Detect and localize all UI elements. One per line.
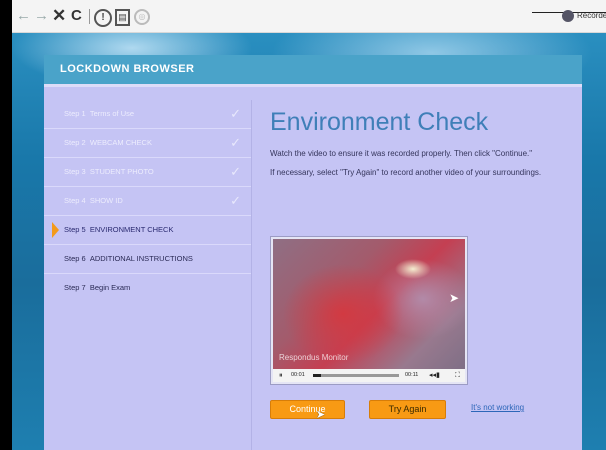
toolbar-separator [89,9,90,24]
step-label: Terms of Use [89,109,135,118]
step-number: Step 7 [64,283,86,292]
step-number: Step 4 [64,196,86,205]
step-begin-exam: Step 7 Begin Exam [44,274,251,302]
step-number: Step 5 [64,225,86,234]
check-icon: ✓ [230,135,241,150]
step-terms-of-use: Step 1 Terms of Use ✓ [44,100,251,129]
fullscreen-button[interactable]: ⛶ [455,369,460,382]
check-icon: ✓ [230,164,241,179]
mouse-cursor-icon: ➤ [316,409,326,421]
check-icon: ✓ [230,193,241,208]
try-again-button[interactable]: Try Again [369,400,446,419]
duration: 00:11 [405,372,419,378]
stop-icon[interactable]: ✕ [52,7,66,25]
step-label: WEBCAM CHECK [89,138,152,147]
step-webcam-check: Step 2 WEBCAM CHECK ✓ [44,129,251,158]
panel-header: LOCKDOWN BROWSER [44,55,582,87]
video-player[interactable]: Respondus Monitor ➤ ⏸ 00:01 00:11 ◂◂▮ ⛶ [270,236,468,385]
reload-icon[interactable]: C [71,7,82,25]
current-time: 00:01 [291,372,305,378]
browser-toolbar: ← → ✕ C ! ▤ ◎ Recorde [12,0,606,33]
step-label: STUDENT PHOTO [89,167,154,176]
step-show-id: Step 4 SHOW ID ✓ [44,187,251,216]
forward-icon[interactable]: → [34,7,49,25]
volume-button[interactable]: ◂◂▮ [429,369,440,382]
app-title: LOCKDOWN BROWSER [60,63,195,75]
instruction-watch: Watch the video to ensure it was recorde… [270,149,533,158]
info-icon[interactable]: ! [94,9,112,27]
recorder-icon [562,9,574,22]
instruction-try-again: If necessary, select "Try Again" to reco… [270,168,542,177]
step-number: Step 2 [64,138,86,147]
camera-icon[interactable]: ◎ [134,9,150,25]
step-number: Step 3 [64,167,86,176]
mouse-pointer-icon: ➤ [449,291,460,305]
lockdown-panel: LOCKDOWN BROWSER Step 1 Terms of Use ✓ S… [44,55,582,450]
video-watermark: Respondus Monitor [279,353,349,362]
recorder-label: Recorde [577,11,606,20]
back-icon[interactable]: ← [16,7,31,25]
step-label: ADDITIONAL INSTRUCTIONS [89,254,193,263]
step-label: SHOW ID [89,196,123,205]
page-title: Environment Check [270,108,489,136]
continue-button[interactable]: Continue [270,400,345,419]
video-frame[interactable]: Respondus Monitor ➤ [273,239,465,369]
step-number: Step 1 [64,109,86,118]
seek-progress [313,374,321,377]
step-environment-check: Step 5 ENVIRONMENT CHECK [44,216,251,245]
step-label: ENVIRONMENT CHECK [89,225,174,234]
document-icon[interactable]: ▤ [115,9,130,26]
check-icon: ✓ [230,106,241,121]
step-number: Step 6 [64,254,86,263]
step-additional-instructions: Step 6 ADDITIONAL INSTRUCTIONS [44,245,251,274]
main-content: Environment Check Watch the video to ens… [270,100,570,187]
not-working-link[interactable]: It's not working [471,403,524,412]
step-student-photo: Step 3 STUDENT PHOTO ✓ [44,158,251,187]
steps-sidebar: Step 1 Terms of Use ✓ Step 2 WEBCAM CHEC… [44,100,252,450]
step-label: Begin Exam [89,283,131,292]
pause-button[interactable]: ⏸ [279,369,283,382]
video-controls: ⏸ 00:01 00:11 ◂◂▮ ⛶ [273,369,465,382]
left-edge [0,0,12,450]
current-step-arrow-icon [52,222,59,238]
seek-bar[interactable] [313,374,399,377]
recorder-extension[interactable]: Recorde [562,7,606,25]
